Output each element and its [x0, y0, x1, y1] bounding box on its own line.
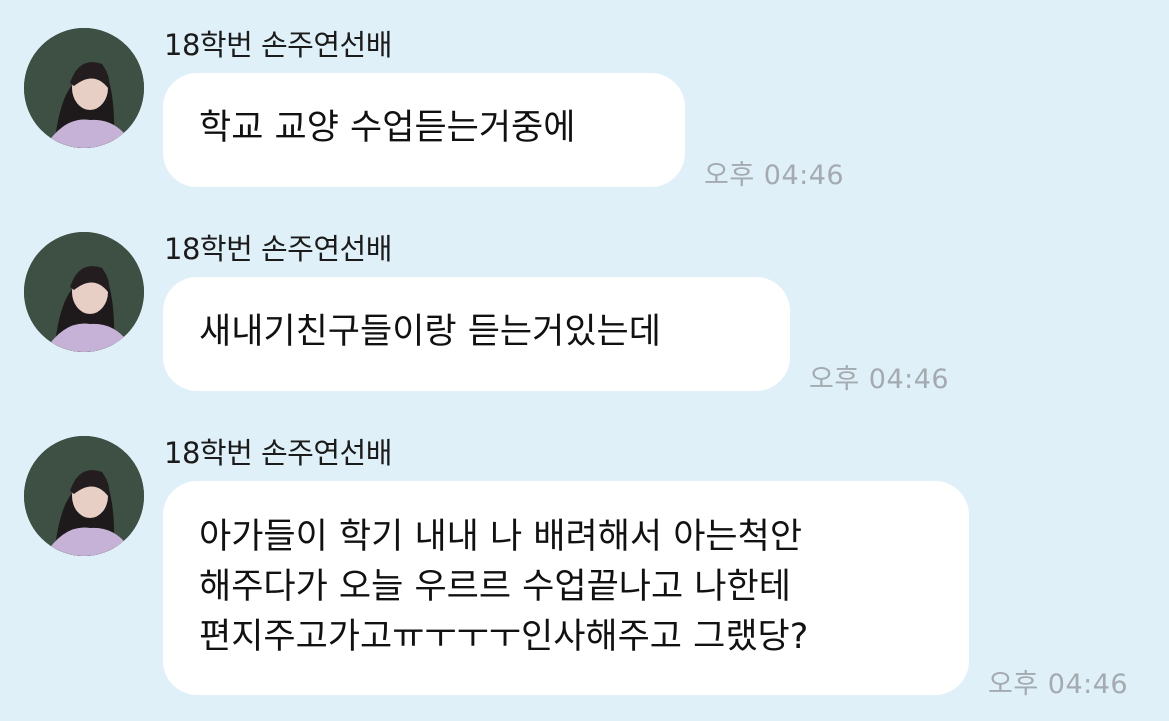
message-text-line-1: 아가들이 학기 내내 나 배려해서 아는척안 — [199, 517, 803, 557]
message-text-line-2: 해주다가 오늘 우르르 수업끝나고 나한테 — [199, 567, 791, 607]
message-bubble[interactable]: 새내기친구들이랑 듣는거있는데 — [163, 277, 790, 391]
message-timestamp: 오후 04:46 — [809, 364, 950, 395]
sender-name: 18학번 손주연선배 — [164, 28, 392, 62]
profile-photo-icon — [24, 232, 144, 352]
message-timestamp: 오후 04:46 — [704, 160, 845, 191]
sender-name: 18학번 손주연선배 — [164, 436, 392, 470]
message-bubble[interactable]: 아가들이 학기 내내 나 배려해서 아는척안 해주다가 오늘 우르르 수업끝나고… — [163, 481, 969, 695]
message-timestamp: 오후 04:46 — [988, 669, 1129, 700]
sender-name: 18학번 손주연선배 — [164, 232, 392, 266]
sender-avatar[interactable] — [24, 28, 144, 148]
sender-avatar[interactable] — [24, 232, 144, 352]
message-bubble[interactable]: 학교 교양 수업듣는거중에 — [163, 73, 685, 187]
message-text: 새내기친구들이랑 듣는거있는데 — [199, 312, 661, 352]
message-text: 학교 교양 수업듣는거중에 — [199, 108, 576, 148]
profile-photo-icon — [24, 436, 144, 556]
message-text-line-3: 편지주고가고ㅠㅜㅜㅜ인사해주고 그랬당? — [199, 617, 809, 657]
profile-photo-icon — [24, 28, 144, 148]
sender-avatar[interactable] — [24, 436, 144, 556]
